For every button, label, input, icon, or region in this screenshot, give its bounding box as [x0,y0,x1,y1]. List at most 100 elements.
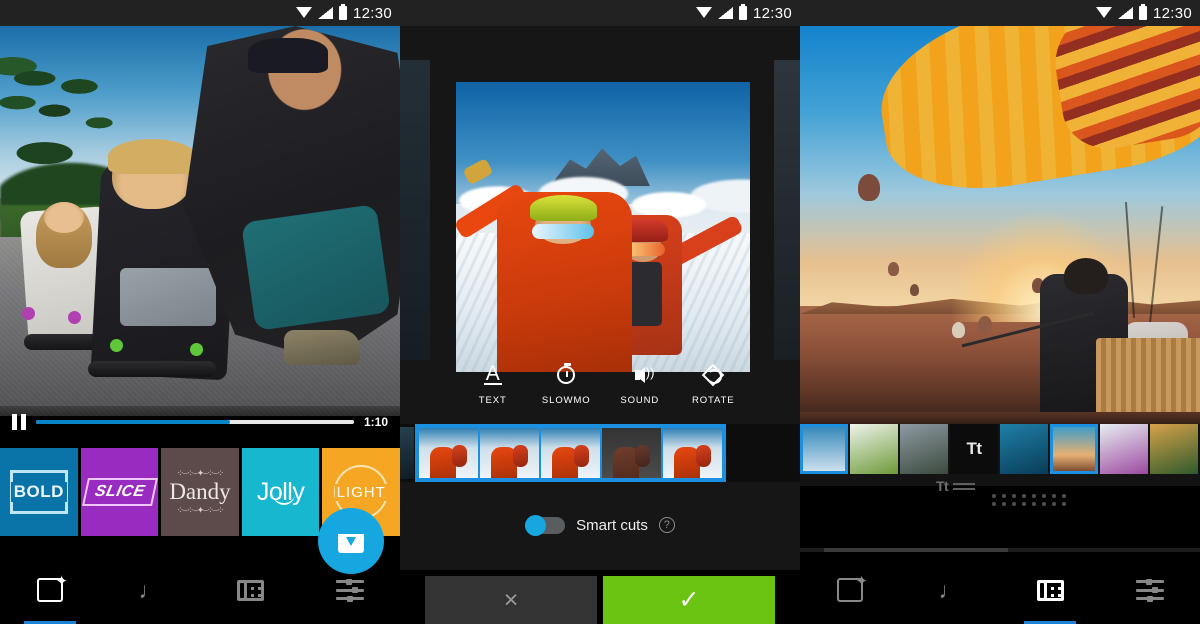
timeline-strip-panel3[interactable]: Tt [800,424,1200,486]
ornament-bottom-icon: ⁘⎯⁘⎯✦⎯⁘⎯⁘ [176,505,225,515]
theme-card-bold[interactable]: BOLD [0,448,78,536]
distant-balloon [952,322,965,338]
battery-icon [738,4,747,20]
tool-label-sound: SOUND [620,395,660,406]
cell-signal-icon [717,7,733,19]
tool-label-rotate: ROTATE [691,395,735,406]
toggle-knob [525,514,547,536]
playback-progress-fill [36,420,230,424]
man-shorts [241,204,391,332]
playback-progress-track[interactable] [36,420,354,424]
tool-sound[interactable]: SOUND [603,364,677,406]
sliders-icon [1136,578,1164,602]
status-clock: 12:30 [352,4,392,22]
smart-cuts-row[interactable]: Smart cuts ? [400,500,800,550]
adjacent-clip-left[interactable] [400,60,430,360]
rotate-icon [704,364,723,386]
filmstrip-frame[interactable] [541,428,600,478]
editor-action-bar[interactable]: × ✓ [400,570,800,624]
ornament-top-icon: ⁘⎯⁘⎯✦⎯⁘⎯⁘ [176,468,225,478]
theme-card-slice[interactable]: SLICE [80,448,159,536]
nav-themes-panel1[interactable] [0,556,100,624]
tool-text[interactable]: A TEXT [456,363,530,406]
timeline-clip[interactable] [1150,424,1198,474]
save-icon [338,529,364,553]
wifi-icon [1095,7,1112,19]
video-preview-panel1[interactable] [0,26,400,416]
smart-cuts-toggle[interactable] [525,514,566,536]
bottom-nav-panel3[interactable]: ♩ [800,556,1200,624]
text-clip-glyph: Tt [966,439,982,458]
timeline-clip[interactable] [1100,424,1148,474]
wifi-icon [695,7,712,19]
screen-timeline: Tt Tt ♩ [800,0,1200,624]
close-icon: × [503,585,519,614]
music-note-icon: ♩ [938,577,962,603]
nav-clips-panel3[interactable] [1000,556,1100,624]
nav-clips-panel1[interactable] [200,556,300,624]
nav-themes-panel3[interactable] [800,556,900,624]
distant-balloon [978,316,992,334]
video-preview-panel3[interactable] [800,26,1200,426]
theme-label-jolly: Jolly [256,477,305,506]
timeline-clip[interactable] [850,424,898,474]
battery-icon [338,4,347,20]
timeline-text-clip[interactable]: Tt [950,424,998,474]
filmstrip-edge-left[interactable] [400,427,414,479]
bold-frame-icon: BOLD [9,470,68,514]
nav-music-panel3[interactable]: ♩ [900,556,1000,624]
magic-frame-icon [837,572,868,602]
cancel-button[interactable]: × [425,576,597,624]
nav-settings-panel3[interactable] [1100,556,1200,624]
speaker-icon [634,364,654,386]
video-preview-panel2[interactable] [456,82,750,372]
screen-clip-editor: A TEXT SLOWMO SOUND ROTATE [400,0,800,624]
duration-label: 1:10 [363,415,388,429]
timeline-clip[interactable] [900,424,948,474]
cell-signal-icon [1117,7,1133,19]
clip-filmstrip-panel2[interactable] [400,424,800,482]
dandy-ornament: ⁘⎯⁘⎯✦⎯⁘⎯⁘ Dandy ⁘⎯⁘⎯✦⎯⁘⎯⁘ [169,468,230,516]
theme-label-dandy: Dandy [169,479,231,504]
timeline-dot-grid [992,494,1066,506]
film-strip-icon [1036,579,1064,601]
pause-icon[interactable] [12,414,26,430]
three-screenshot-row: 1:10 BOLD SLICE ⁘⎯⁘⎯✦⎯⁘⎯⁘ Dandy ⁘⎯⁘⎯✦⎯⁘⎯… [0,0,1200,624]
theme-label-slice: SLICE [92,483,147,500]
confirm-button[interactable]: ✓ [603,576,775,624]
theme-label-bold: BOLD [10,482,67,502]
question-mark-icon[interactable]: ? [658,517,675,533]
timeline-clip[interactable] [1050,424,1098,474]
filmstrip-frame[interactable] [602,428,661,478]
text-lines-icon [953,482,976,490]
save-fab-panel1[interactable] [318,508,384,574]
battery-icon [1138,4,1147,20]
text-clip-label[interactable]: Tt [936,478,976,494]
filmstrip-frame[interactable] [480,428,539,478]
woman-head [44,201,84,233]
player-transport-bar[interactable]: 1:10 [0,406,400,438]
skateboard-wheel [190,343,203,356]
filmstrip-frame[interactable] [663,428,722,478]
distant-balloon [888,262,899,276]
nav-music-panel1[interactable]: ♩ [100,556,200,624]
tool-slowmo[interactable]: SLOWMO [530,363,604,406]
adjacent-clip-right[interactable] [774,60,800,360]
person-primary-head [1064,258,1108,294]
music-note-icon: ♩ [138,577,162,603]
clip-tool-row[interactable]: A TEXT SLOWMO SOUND ROTATE [456,363,751,412]
filmstrip-selection[interactable] [415,424,726,482]
slice-frame-icon: SLICE [81,478,158,506]
status-clock: 12:30 [752,4,792,22]
status-bar-panel3: 12:30 [800,0,1200,26]
timeline-clip[interactable] [1000,424,1048,474]
theme-card-dandy[interactable]: ⁘⎯⁘⎯✦⎯⁘⎯⁘ Dandy ⁘⎯⁘⎯✦⎯⁘⎯⁘ [161,448,239,536]
tool-rotate[interactable]: ROTATE [677,364,751,406]
timeline-clip[interactable] [800,424,848,474]
theme-card-jolly[interactable]: Jolly [241,448,320,536]
skateboard-wheel [110,339,123,352]
skateboard-center [88,361,216,377]
timeline-scrollbar[interactable] [800,548,1200,552]
status-bar-panel2: 12:30 [400,0,800,26]
filmstrip-frame[interactable] [419,428,478,478]
